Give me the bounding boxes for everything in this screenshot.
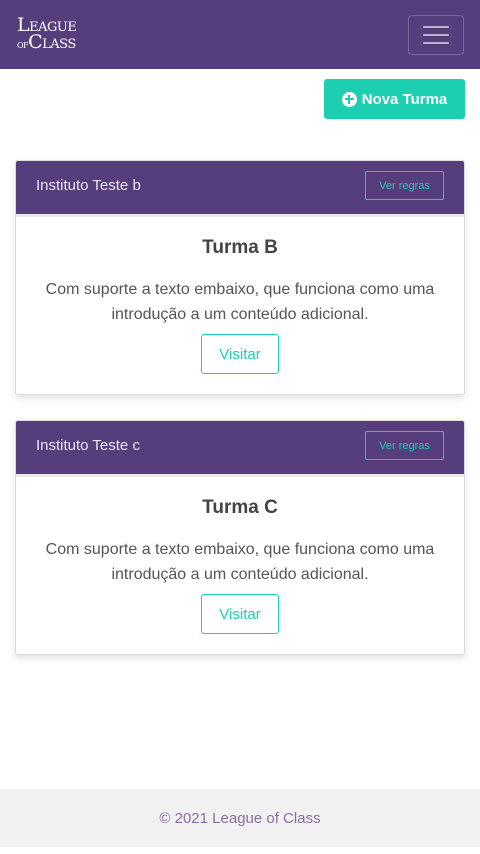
- class-title: Turma C: [202, 497, 278, 518]
- logo-line2: ofClass: [17, 30, 76, 53]
- navbar: League ofClass: [0, 0, 480, 69]
- view-rules-button[interactable]: Ver regras: [365, 171, 444, 200]
- class-list: Instituto Teste b Ver regras Turma B Com…: [0, 119, 480, 655]
- class-description: Com suporte a texto embaixo, que funcion…: [45, 281, 435, 323]
- card-header: Instituto Teste c Ver regras: [16, 421, 464, 477]
- action-row: Nova Turma: [0, 69, 480, 119]
- new-class-button[interactable]: Nova Turma: [324, 79, 465, 119]
- hamburger-icon: [423, 25, 449, 28]
- class-title: Turma B: [202, 237, 278, 258]
- footer-copyright: © 2021 League of Class: [159, 809, 321, 827]
- view-rules-button[interactable]: Ver regras: [365, 431, 444, 460]
- class-card: Instituto Teste c Ver regras Turma C Com…: [15, 420, 465, 655]
- brand-logo[interactable]: League ofClass: [17, 15, 77, 53]
- new-class-label: Nova Turma: [361, 90, 448, 108]
- plus-circle-icon: [341, 91, 357, 107]
- logo-prefix: of: [17, 37, 29, 51]
- institute-name: Instituto Teste c: [36, 437, 140, 454]
- visit-button[interactable]: Visitar: [201, 334, 279, 374]
- card-header: Instituto Teste b Ver regras: [16, 161, 464, 217]
- card-body: Turma B Com suporte a texto embaixo, que…: [16, 217, 464, 394]
- menu-toggle-button[interactable]: [408, 14, 464, 55]
- institute-name: Instituto Teste b: [36, 177, 141, 194]
- class-card: Instituto Teste b Ver regras Turma B Com…: [15, 160, 465, 395]
- logo-line2-text: Class: [28, 30, 76, 53]
- footer: © 2021 League of Class: [0, 789, 480, 847]
- visit-button[interactable]: Visitar: [201, 594, 279, 634]
- class-description: Com suporte a texto embaixo, que funcion…: [45, 541, 435, 583]
- card-body: Turma C Com suporte a texto embaixo, que…: [16, 477, 464, 654]
